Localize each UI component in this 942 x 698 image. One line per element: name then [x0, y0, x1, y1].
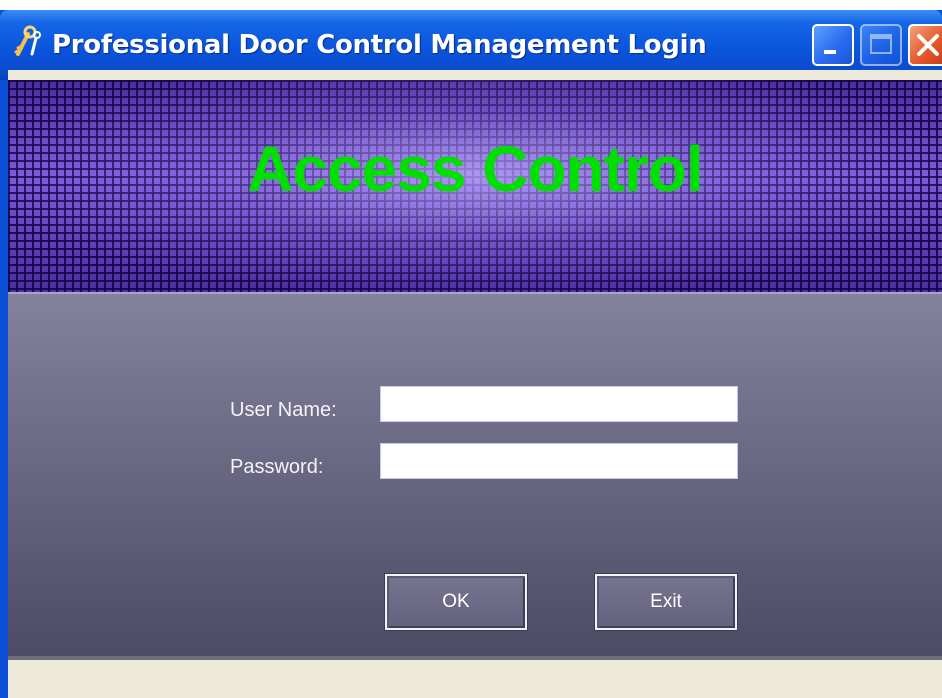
minimize-button[interactable] — [812, 24, 854, 66]
window-bottom-area — [8, 660, 942, 698]
minimize-icon — [824, 50, 836, 54]
maximize-icon — [870, 34, 892, 54]
username-input[interactable] — [380, 386, 738, 422]
exit-button-label: Exit — [650, 591, 682, 612]
maximize-button[interactable] — [860, 24, 902, 66]
keys-icon — [12, 24, 42, 58]
password-input[interactable] — [380, 443, 738, 479]
ok-button-label: OK — [442, 591, 470, 612]
banner-title: Access Control — [247, 133, 703, 205]
header-banner: Access Control — [8, 80, 942, 292]
window-title: Professional Door Control Management Log… — [52, 30, 707, 60]
username-label: User Name: — [230, 399, 337, 421]
ok-button[interactable]: OK — [384, 573, 528, 631]
exit-button[interactable]: Exit — [594, 573, 738, 631]
password-label: Password: — [230, 456, 324, 478]
close-button[interactable] — [908, 24, 942, 66]
login-panel: User Name: Password: OK Exit — [8, 292, 942, 658]
close-icon — [917, 34, 939, 56]
